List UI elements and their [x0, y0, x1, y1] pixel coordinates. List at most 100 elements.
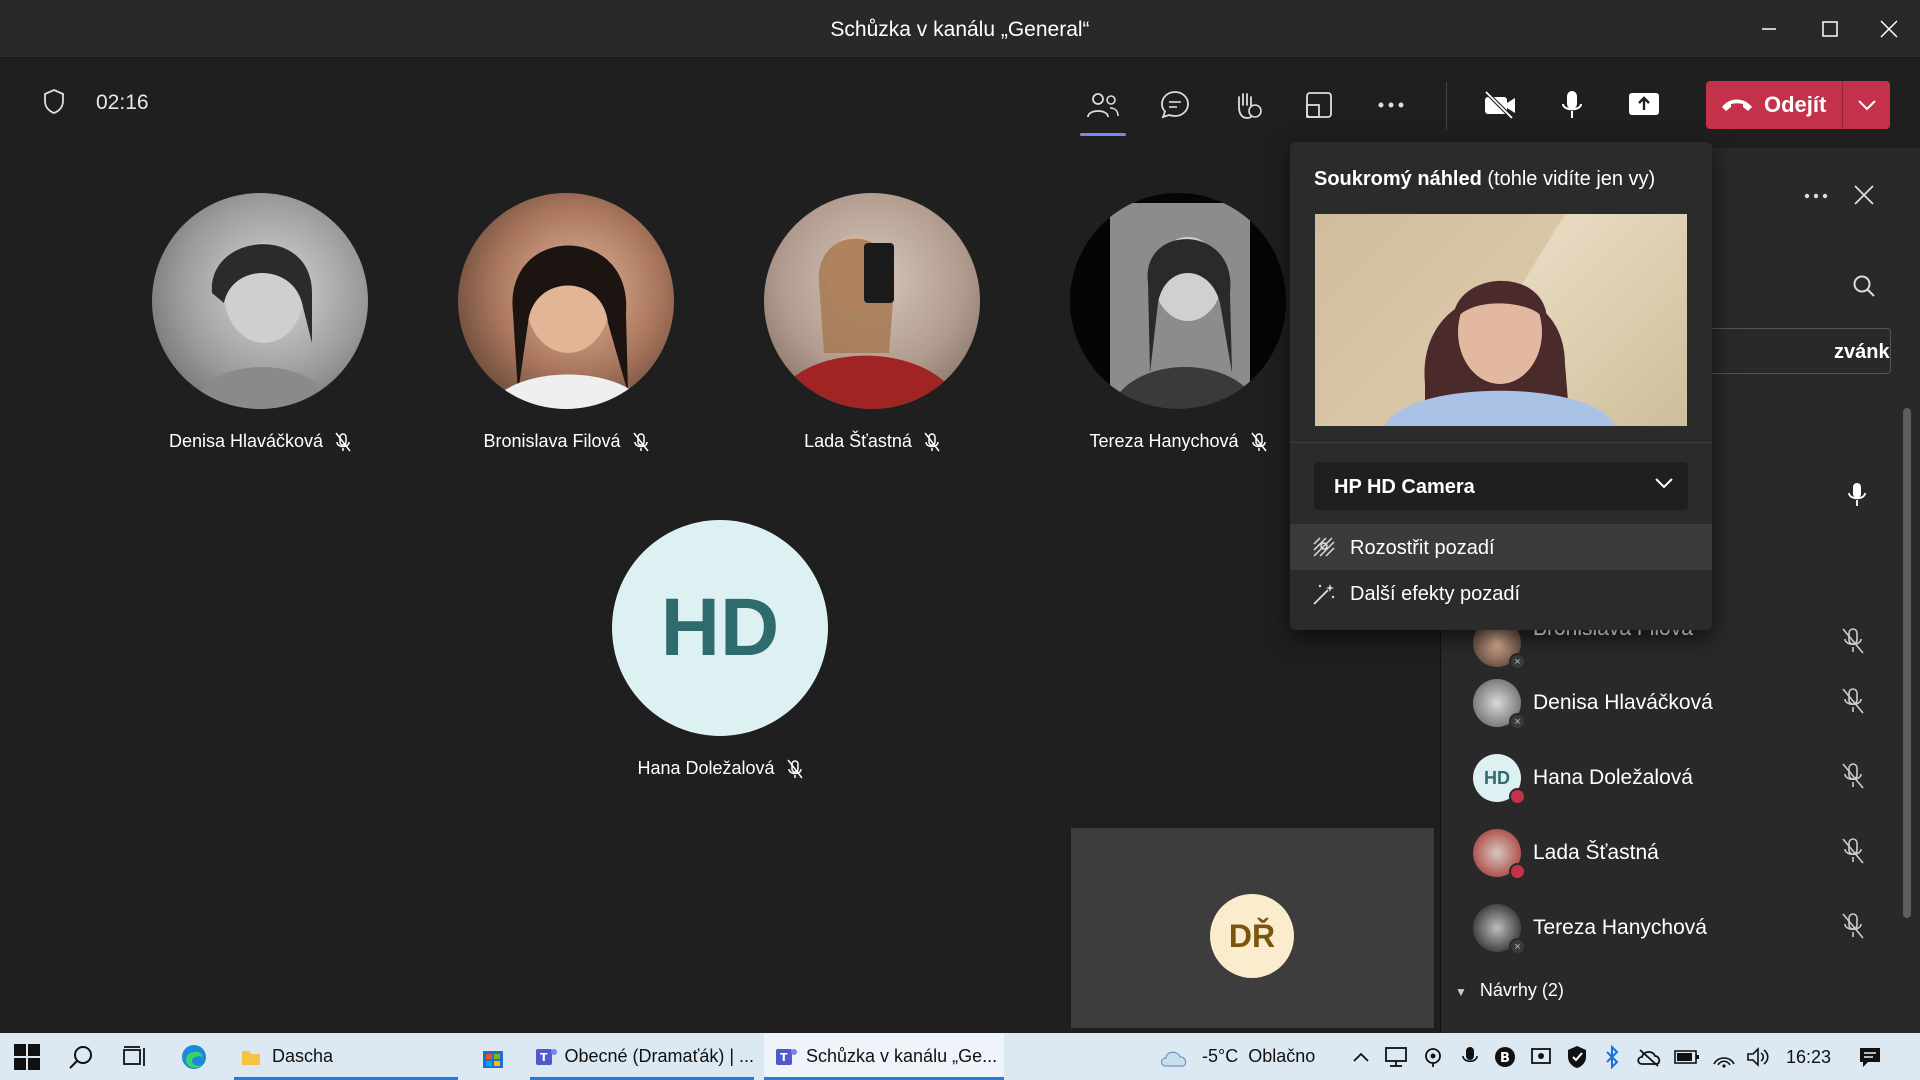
participant-row-name: Lada Šťastná	[1533, 841, 1659, 864]
taskbar-clock[interactable]: 16:23	[1786, 1047, 1831, 1068]
bluetooth-icon[interactable]	[1604, 1045, 1620, 1069]
meeting-toolbar: 02:16 Odejít	[0, 58, 1920, 148]
teams-icon: T	[536, 1048, 557, 1065]
rooms-button[interactable]	[1296, 82, 1342, 128]
volume-icon[interactable]	[1746, 1046, 1770, 1068]
reactions-button[interactable]	[1224, 82, 1270, 128]
svg-text:B: B	[1500, 1051, 1510, 1066]
camera-select-value: HP HD Camera	[1334, 476, 1475, 498]
participant-tile[interactable]: HD Hana Doležalová	[590, 520, 850, 779]
self-video-preview-icon	[1315, 214, 1615, 426]
search-icon[interactable]	[1851, 273, 1877, 299]
person-silhouette-icon	[774, 235, 964, 409]
weather-widget[interactable]: -5°C Oblačno	[1158, 1033, 1315, 1080]
participant-row[interactable]: × Tereza Hanychová	[1441, 896, 1881, 956]
preview-title: Soukromý náhled (tohle vidíte jen vy)	[1314, 168, 1656, 190]
mic-muted-icon	[632, 432, 649, 451]
teams-icon: T	[776, 1048, 797, 1065]
wifi-icon[interactable]	[1712, 1046, 1736, 1068]
taskbar-teams-meeting-button[interactable]: T Schůzka v kanálu „Ge...	[764, 1033, 1004, 1080]
taskbar-teams-channel-button[interactable]: T Obecné (Dramaťák) | ...	[530, 1033, 754, 1080]
self-initials-avatar: DŘ	[1210, 894, 1294, 978]
participant-name: Hana Doležalová	[637, 758, 775, 778]
share-screen-button[interactable]	[1621, 82, 1667, 128]
camera-toggle-button[interactable]	[1477, 82, 1523, 128]
battery-icon[interactable]	[1674, 1049, 1700, 1065]
leave-split	[1842, 81, 1843, 129]
notifications-icon[interactable]	[1858, 1046, 1882, 1068]
shield-icon	[44, 89, 64, 114]
leave-button[interactable]: Odejít	[1706, 81, 1890, 129]
participant-photo	[764, 193, 980, 409]
minimize-button[interactable]	[1752, 12, 1786, 46]
teams-meeting-window: Schůzka v kanálu „General“ 02:16 Odejít …	[0, 0, 1920, 1080]
chevron-down-icon	[1858, 100, 1876, 111]
close-icon	[1880, 20, 1898, 38]
minimize-icon	[1762, 28, 1776, 30]
participant-tile[interactable]: Bronislava Filová	[436, 193, 696, 452]
participant-row[interactable]: Lada Šťastná	[1441, 821, 1881, 881]
panel-scrollbar[interactable]	[1903, 408, 1911, 918]
blur-background-option[interactable]: Rozostřit pozadí	[1290, 524, 1712, 570]
video-stage: Denisa Hlaváčková Bronislava Filová Lada…	[0, 148, 1440, 1033]
folder-icon	[242, 1050, 260, 1065]
self-view-tile[interactable]: DŘ	[1071, 828, 1434, 1028]
camera-preview-popover: Soukromý náhled (tohle vidíte jen vy) HP…	[1290, 142, 1712, 630]
close-panel-icon[interactable]	[1853, 184, 1875, 206]
more-actions-button[interactable]	[1368, 82, 1414, 128]
raise-hand-icon	[1238, 93, 1262, 119]
title-bar: Schůzka v kanálu „General“	[0, 0, 1920, 58]
maximize-button[interactable]	[1813, 12, 1847, 46]
status-b-icon[interactable]: B	[1494, 1046, 1516, 1068]
participant-row-name: Hana Doležalová	[1533, 766, 1693, 789]
maximize-icon	[1822, 21, 1838, 37]
participant-name: Lada Šťastná	[804, 431, 912, 451]
microphone-icon[interactable]	[1462, 1046, 1478, 1068]
suggestions-section[interactable]: ▼ Návrhy (2)	[1455, 980, 1564, 1001]
participant-name: Bronislava Filová	[483, 431, 621, 451]
webcam-icon[interactable]	[1422, 1046, 1444, 1068]
microphone-icon	[1848, 483, 1866, 506]
more-background-effects-option[interactable]: Další efekty pozadí	[1290, 570, 1712, 616]
windows-start-icon[interactable]	[14, 1044, 40, 1070]
chat-button[interactable]	[1152, 82, 1198, 128]
participant-row-name: Tereza Hanychová	[1533, 916, 1707, 939]
triangle-down-icon: ▼	[1455, 985, 1467, 999]
taskbar-item-label: Schůzka v kanálu „Ge...	[806, 1046, 998, 1066]
participant-tile[interactable]: Lada Šťastná	[742, 193, 1002, 452]
taskbar-explorer-button[interactable]: Dascha	[234, 1033, 458, 1080]
participant-row[interactable]: × Denisa Hlaváčková	[1441, 671, 1881, 731]
popover-divider	[1290, 442, 1712, 443]
monitor-icon[interactable]	[1384, 1046, 1408, 1068]
security-shield-icon[interactable]	[1566, 1045, 1588, 1069]
task-view-icon[interactable]	[122, 1044, 148, 1070]
participant-photo	[1070, 193, 1286, 409]
more-icon[interactable]	[1803, 191, 1829, 201]
blur-background-icon	[1313, 537, 1335, 557]
participant-name: Denisa Hlaváčková	[168, 431, 324, 451]
microphone-button[interactable]	[1549, 82, 1595, 128]
windows-taskbar: Dascha T Obecné (Dramaťák) | ... T Schůz…	[0, 1033, 1920, 1080]
display-settings-icon[interactable]	[1530, 1046, 1552, 1068]
onedrive-icon[interactable]	[1636, 1046, 1662, 1068]
toolbar-divider	[1446, 82, 1447, 130]
away-status-icon: ×	[1509, 653, 1526, 670]
meeting-timer: 02:16	[96, 91, 149, 114]
participant-tile[interactable]: Denisa Hlaváčková	[130, 193, 390, 452]
close-window-button[interactable]	[1872, 12, 1906, 46]
search-icon[interactable]	[68, 1044, 94, 1070]
people-icon	[1087, 93, 1119, 118]
microphone-icon	[1562, 91, 1582, 118]
participants-button[interactable]	[1080, 82, 1126, 136]
participant-photo	[458, 193, 674, 409]
participant-row[interactable]: HD Hana Doležalová	[1441, 746, 1881, 806]
participant-tile[interactable]: Tereza Hanychová	[1048, 193, 1308, 452]
mic-muted-icon	[924, 432, 940, 451]
camera-select[interactable]: HP HD Camera	[1314, 462, 1688, 510]
share-screen-icon	[1629, 93, 1659, 115]
store-icon[interactable]	[480, 1044, 506, 1070]
mic-muted-icon	[1842, 628, 1864, 654]
mic-muted-icon	[786, 759, 803, 778]
chevron-up-icon[interactable]	[1352, 1051, 1370, 1063]
edge-browser-icon[interactable]	[180, 1043, 208, 1071]
